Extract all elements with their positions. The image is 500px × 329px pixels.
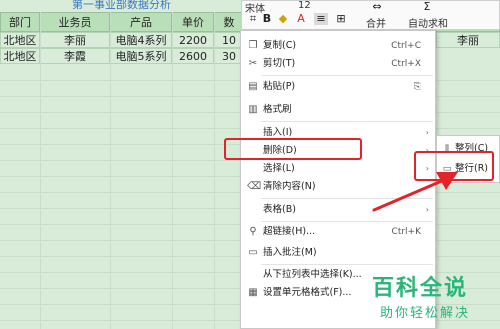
table-cell[interactable]: 北地区 [0, 48, 40, 64]
bold-icon[interactable]: B [260, 13, 274, 25]
table-cell[interactable]: 电脑5系列 [110, 48, 172, 64]
paste-options-icon[interactable]: ⎘ [414, 78, 421, 96]
menu-item-insert-comment[interactable]: ▭ 插入批注(M) [241, 244, 435, 262]
format-brush-icon[interactable]: ⌗ [246, 13, 260, 25]
comment-icon: ▭ [248, 247, 258, 258]
menu-item-format-painter[interactable]: ▥ 格式刷 [241, 101, 435, 119]
fill-color-icon[interactable]: ◆ [276, 13, 290, 25]
cell-format-icon: ▦ [248, 287, 258, 298]
menu-separator [261, 121, 433, 122]
mini-toolbar: 宋体 12 ⌗ B ◆ A ≡ ⊞ ⇔ 合并 Σ 自动求和 [241, 0, 500, 30]
menu-separator [261, 221, 433, 222]
header-cell-price[interactable]: 单价 [172, 12, 214, 32]
highlight-delete-box [224, 138, 362, 160]
header-cell-salesperson[interactable]: 业务员 [40, 12, 110, 32]
copy-icon: ❐ [248, 40, 258, 51]
menu-item-copy[interactable]: ❐ 复制(C) Ctrl+C [241, 37, 435, 55]
table-cell[interactable]: 李丽 [436, 32, 500, 48]
merge-label[interactable]: 合并 [366, 15, 386, 30]
header-cell-qty[interactable]: 数 [214, 12, 244, 32]
chevron-right-icon: › [425, 128, 429, 137]
grid-line [172, 12, 173, 329]
grid-line [40, 12, 41, 329]
table-cell[interactable]: 2600 [172, 48, 214, 64]
format-painter-icon: ▥ [248, 104, 258, 115]
header-cell-dept[interactable]: 部门 [0, 12, 40, 32]
table-cell[interactable]: 李丽 [40, 32, 110, 48]
table-cell[interactable]: 电脑4系列 [110, 32, 172, 48]
link-icon: ⚲ [249, 226, 257, 237]
sheet-title: 第一事业部数据分析 [72, 0, 171, 11]
watermark-logo: 百科全说 助你轻松解决 [372, 270, 496, 326]
menu-item-paste[interactable]: ▤ 粘贴(P) ⎘ [241, 78, 435, 96]
eraser-icon: ⌫ [247, 181, 262, 192]
menu-separator [261, 75, 433, 76]
table-cell[interactable]: 北地区 [0, 32, 40, 48]
menu-item-cut[interactable]: ✂ 剪切(T) Ctrl+X [241, 55, 435, 73]
menu-item-hyperlink[interactable]: ⚲ 超链接(H)... Ctrl+K [241, 223, 435, 241]
border-icon[interactable]: ⊞ [334, 13, 348, 25]
menu-separator [261, 264, 433, 265]
align-icon[interactable]: ≡ [314, 13, 328, 25]
table-cell[interactable]: 李霞 [40, 48, 110, 64]
watermark-sub: 助你轻松解决 [380, 306, 471, 321]
scissors-icon: ✂ [248, 58, 258, 69]
grid-line [214, 12, 215, 329]
watermark-main: 百科全说 [372, 276, 469, 301]
header-cell-product[interactable]: 产品 [110, 12, 172, 32]
font-color-icon[interactable]: A [294, 13, 308, 25]
autosum-icon[interactable]: Σ [420, 1, 434, 13]
autosum-label[interactable]: 自动求和 [408, 15, 448, 30]
paste-icon: ▤ [248, 81, 258, 92]
red-arrow-icon [372, 172, 458, 212]
grid-line [110, 12, 111, 329]
merge-icon[interactable]: ⇔ [370, 1, 384, 13]
table-cell[interactable]: 2200 [172, 32, 214, 48]
font-size-select[interactable]: 12 [298, 0, 311, 11]
